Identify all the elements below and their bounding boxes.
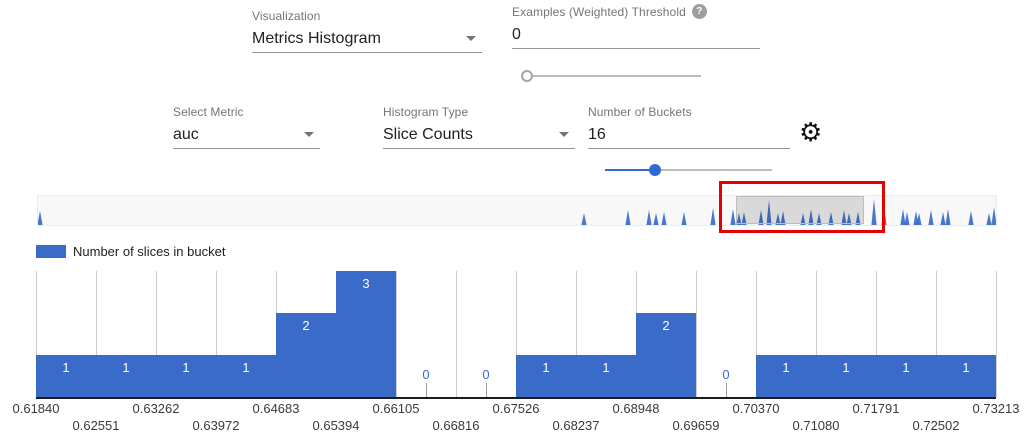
chevron-down-icon[interactable] bbox=[466, 36, 476, 41]
zero-count-stem bbox=[426, 383, 427, 397]
visualization-value: Metrics Histogram bbox=[252, 30, 381, 48]
sparkline-spike bbox=[928, 210, 933, 225]
gridline bbox=[996, 271, 997, 397]
legend-label: Number of slices in bucket bbox=[73, 244, 225, 259]
settings-gear-icon[interactable]: ⚙ bbox=[799, 120, 822, 146]
sparkline-spike bbox=[991, 207, 996, 225]
chart-legend: Number of slices in bucket bbox=[36, 244, 225, 259]
zero-count-stem bbox=[726, 383, 727, 397]
bar-count-label: 1 bbox=[96, 360, 156, 375]
chevron-down-icon[interactable] bbox=[559, 132, 569, 137]
num-buckets-slider[interactable] bbox=[605, 163, 772, 177]
bar-count-label: 2 bbox=[636, 318, 696, 333]
sparkline-spike bbox=[646, 210, 651, 225]
x-tick-label: 0.68948 bbox=[601, 401, 671, 416]
sparkline-spike bbox=[968, 211, 973, 225]
histogram-type-dropdown[interactable]: Histogram Type Slice Counts bbox=[383, 104, 575, 149]
x-tick-label: 0.67526 bbox=[481, 401, 551, 416]
histogram-plot: 1111230011201111 bbox=[36, 271, 996, 397]
x-tick-label: 0.63972 bbox=[181, 418, 251, 433]
sparkline-spike bbox=[625, 210, 630, 225]
bar-count-label: 1 bbox=[756, 360, 816, 375]
num-buckets-field[interactable]: Number of Buckets 16 bbox=[588, 104, 790, 149]
sparkline-spike bbox=[710, 208, 715, 225]
histogram-type-value: Slice Counts bbox=[383, 126, 473, 144]
bar-count-label: 1 bbox=[576, 360, 636, 375]
sparkline-spike bbox=[661, 212, 666, 225]
zero-count-stem bbox=[486, 383, 487, 397]
chevron-down-icon[interactable] bbox=[304, 132, 314, 137]
bar-count-label: 1 bbox=[36, 360, 96, 375]
x-axis-line bbox=[36, 397, 996, 399]
x-tick-label: 0.62551 bbox=[61, 418, 131, 433]
x-tick-label: 0.66816 bbox=[421, 418, 491, 433]
sparkline-spike bbox=[940, 212, 945, 225]
bar-count-label: 1 bbox=[156, 360, 216, 375]
bar-count-label: 1 bbox=[516, 360, 576, 375]
x-tick-label: 0.69659 bbox=[661, 418, 731, 433]
bar-count-label: 2 bbox=[276, 318, 336, 333]
selection-highlight-red-box bbox=[719, 181, 885, 233]
x-tick-label: 0.61840 bbox=[1, 401, 71, 416]
x-tick-label: 0.71791 bbox=[841, 401, 911, 416]
slider-thumb[interactable] bbox=[649, 164, 661, 176]
zero-count-label: 0 bbox=[396, 367, 456, 382]
sparkline-spike bbox=[681, 212, 686, 225]
slider-fill bbox=[605, 169, 655, 171]
sparkline-spike bbox=[38, 211, 43, 225]
examples-threshold-slider[interactable] bbox=[521, 69, 701, 83]
bar-count-label: 1 bbox=[876, 360, 936, 375]
x-tick-label: 0.64683 bbox=[241, 401, 311, 416]
select-metric-value: auc bbox=[173, 126, 199, 144]
x-tick-label: 0.68237 bbox=[541, 418, 611, 433]
x-tick-label: 0.72502 bbox=[901, 418, 971, 433]
slider-track[interactable] bbox=[521, 75, 701, 77]
metrics-histogram-page: { "colors": { "bar_blue": "#3a6bc8", "ac… bbox=[0, 0, 1024, 432]
sparkline-spike bbox=[581, 213, 586, 225]
sparkline-spike bbox=[904, 212, 909, 225]
num-buckets-label: Number of Buckets bbox=[588, 104, 790, 119]
help-icon[interactable]: ? bbox=[692, 4, 707, 19]
visualization-dropdown[interactable]: Visualization Metrics Histogram bbox=[252, 8, 482, 53]
sparkline-spike bbox=[900, 209, 905, 225]
x-tick-label: 0.66105 bbox=[361, 401, 431, 416]
slider-thumb[interactable] bbox=[521, 70, 533, 82]
bar-count-label: 1 bbox=[936, 360, 996, 375]
sparkline-spike bbox=[653, 213, 658, 225]
legend-swatch bbox=[36, 245, 66, 258]
sparkline-spike bbox=[986, 213, 991, 225]
bar-count-label: 1 bbox=[216, 360, 276, 375]
x-tick-label: 0.73213 bbox=[961, 401, 1024, 416]
examples-threshold-field[interactable]: Examples (Weighted) Threshold ? 0 bbox=[512, 4, 760, 49]
zero-count-label: 0 bbox=[456, 367, 516, 382]
visualization-label: Visualization bbox=[252, 8, 482, 23]
select-metric-label: Select Metric bbox=[173, 104, 320, 119]
x-tick-label: 0.71080 bbox=[781, 418, 851, 433]
x-tick-label: 0.70370 bbox=[721, 401, 791, 416]
x-tick-label: 0.63262 bbox=[121, 401, 191, 416]
bar-count-label: 3 bbox=[336, 276, 396, 291]
select-metric-dropdown[interactable]: Select Metric auc bbox=[173, 104, 320, 149]
histogram-type-label: Histogram Type bbox=[383, 104, 575, 119]
x-tick-label: 0.65394 bbox=[301, 418, 371, 433]
sparkline-spike bbox=[945, 209, 950, 225]
num-buckets-value[interactable]: 16 bbox=[588, 126, 606, 144]
examples-threshold-label: Examples (Weighted) Threshold bbox=[512, 5, 686, 19]
x-axis-tick-labels: 0.618400.625510.632620.639720.646830.653… bbox=[36, 401, 1024, 432]
examples-threshold-value[interactable]: 0 bbox=[512, 26, 521, 44]
bar-count-label: 1 bbox=[816, 360, 876, 375]
zero-count-label: 0 bbox=[696, 367, 756, 382]
